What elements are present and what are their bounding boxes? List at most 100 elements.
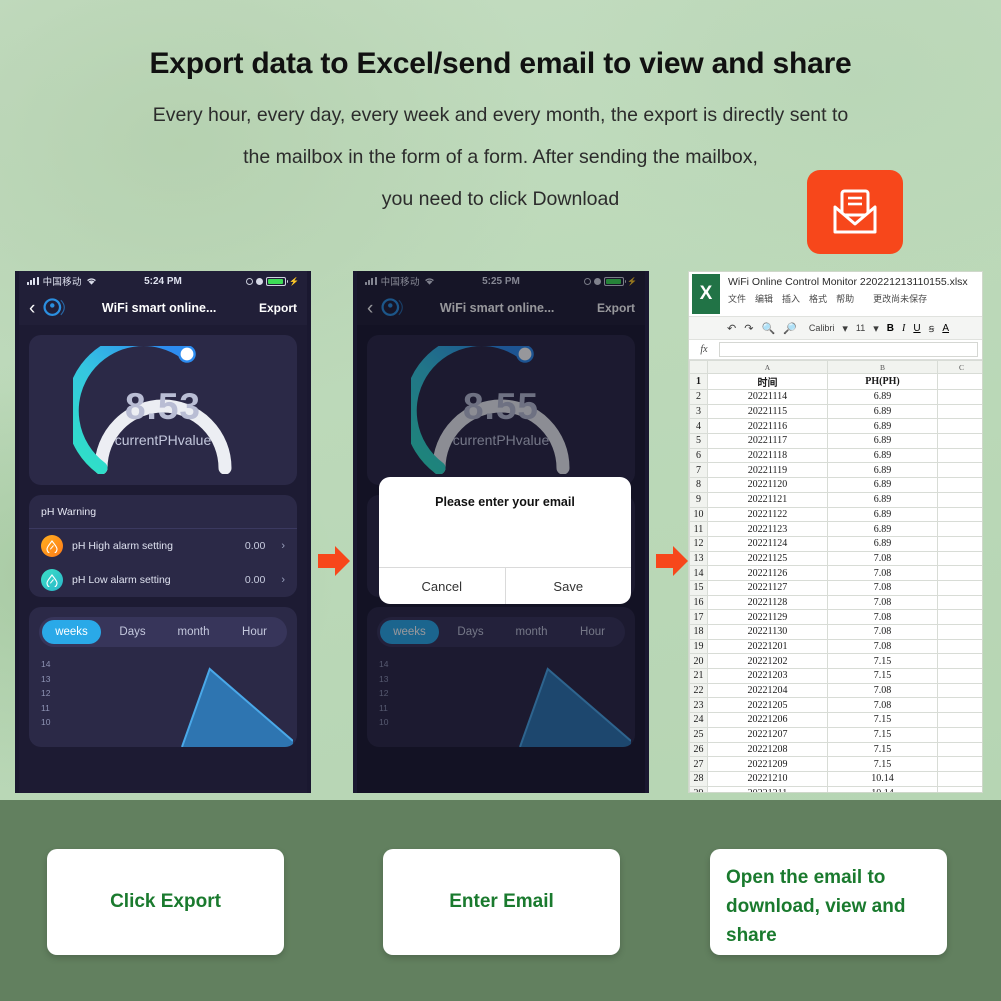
row-header[interactable]: 19 [689,638,708,655]
undo-icon[interactable]: ↶ [727,322,736,335]
cell-empty[interactable] [937,770,982,787]
table-row[interactable]: 292022121110.14 [689,785,982,792]
cell-empty[interactable] [937,535,982,552]
cell-b1[interactable]: PH(PH) [827,373,938,390]
cell-empty[interactable] [937,756,982,772]
row-header[interactable]: 15 [689,579,708,596]
table-row[interactable]: 3 20221115 6.89 [689,403,982,420]
save-button[interactable]: Save [506,568,632,604]
row-header[interactable]: 7 [689,462,708,479]
cell-ph[interactable]: 7.15 [827,712,938,728]
table-row[interactable]: 28 20221210 10.14 [689,770,982,787]
table-row[interactable]: 19 20221201 7.08 [689,638,982,655]
row-header[interactable]: 28 [689,770,708,787]
table-row[interactable]: 16 20221128 7.08 [689,594,982,611]
menu-format[interactable]: 格式 [809,292,827,305]
cell-time[interactable]: 20221119 [707,462,828,479]
row-header[interactable]: 16 [689,594,708,611]
cell-ph[interactable]: 7.15 [827,668,938,684]
cell-ph[interactable]: 6.89 [827,447,938,464]
cell-time[interactable]: 20221130 [707,624,828,640]
cell-time[interactable]: 20221211 [707,785,828,792]
row-header[interactable]: 11 [689,521,708,537]
cell-ph[interactable]: 7.08 [827,697,938,714]
row-header[interactable]: 18 [689,624,708,640]
row-header[interactable]: 24 [689,712,708,728]
cell-ph[interactable]: 10.14 [827,785,938,792]
menu-insert[interactable]: 插入 [782,292,800,305]
menu-edit[interactable]: 编辑 [755,292,773,305]
tab-month[interactable]: month [164,620,223,644]
tab-days[interactable]: Days [103,620,162,644]
cell-empty[interactable] [937,565,982,581]
cell-ph[interactable]: 7.08 [827,624,938,640]
font-size-select[interactable]: 11 [856,323,865,333]
cell-empty[interactable] [937,447,982,464]
table-row[interactable]: 14 20221126 7.08 [689,565,982,581]
table-row[interactable]: 22 20221204 7.08 [689,682,982,699]
row-header[interactable]: 3 [689,403,708,420]
table-row[interactable]: 13 20221125 7.08 [689,550,982,567]
cell-time[interactable]: 20221128 [707,594,828,611]
row-header[interactable]: 6 [689,447,708,464]
cell-ph[interactable]: 6.89 [827,477,938,493]
col-header-b[interactable]: B [827,360,938,374]
tab-hour[interactable]: Hour [225,620,284,644]
row-header[interactable]: 26 [689,741,708,758]
table-row[interactable]: 5 20221117 6.89 [689,433,982,449]
cell-ph[interactable]: 7.08 [827,638,938,655]
cell-time[interactable]: 20221116 [707,418,828,435]
row-header[interactable]: 13 [689,550,708,567]
table-row[interactable]: 9 20221121 6.89 [689,491,982,508]
table-row[interactable]: 7 20221119 6.89 [689,462,982,479]
col-header-a[interactable]: A [707,360,828,374]
cell-time[interactable]: 20221202 [707,653,828,670]
cell-time[interactable]: 20221124 [707,535,828,552]
cell-ph[interactable]: 6.89 [827,403,938,420]
cell-empty[interactable] [937,594,982,611]
cell-time[interactable]: 20221209 [707,756,828,772]
col-header-c[interactable]: C [937,360,982,374]
chevron-down-icon[interactable]: ▾ [842,322,848,335]
cell-ph[interactable]: 6.89 [827,433,938,449]
italic-button[interactable]: I [902,323,905,334]
row-header[interactable]: 14 [689,565,708,581]
cell-ph[interactable]: 7.15 [827,741,938,758]
menu-help[interactable]: 帮助 [836,292,854,305]
table-row[interactable]: 24 20221206 7.15 [689,712,982,728]
cell-ph[interactable]: 6.89 [827,418,938,435]
row-header[interactable]: 4 [689,418,708,435]
cell-empty[interactable] [937,697,982,714]
table-row[interactable]: 4 20221116 6.89 [689,418,982,435]
cell-ph[interactable]: 6.89 [827,506,938,523]
row-header[interactable]: 10 [689,506,708,523]
cell-empty[interactable] [937,477,982,493]
cell-c1[interactable] [937,373,982,390]
font-color-button[interactable]: A [942,323,949,334]
cell-empty[interactable] [937,579,982,596]
table-row[interactable]: 26 20221208 7.15 [689,741,982,758]
ph-low-alarm-row[interactable]: pH Low alarm setting 0.00 › [29,563,297,597]
cell-empty[interactable] [937,624,982,640]
export-button[interactable]: Export [259,301,297,315]
cell-time[interactable]: 20221118 [707,447,828,464]
formula-input[interactable] [719,342,978,357]
cell-time[interactable]: 20221127 [707,579,828,596]
row-header[interactable]: 12 [689,535,708,552]
cell-time[interactable]: 20221123 [707,521,828,537]
cell-empty[interactable] [937,462,982,479]
tab-weeks[interactable]: weeks [42,620,101,644]
back-button[interactable]: ‹ [29,299,35,318]
cell-time[interactable]: 20221204 [707,682,828,699]
cell-ph[interactable]: 6.89 [827,389,938,405]
cell-time[interactable]: 20221203 [707,668,828,684]
row-header[interactable]: 22 [689,682,708,699]
cell-empty[interactable] [937,785,982,792]
chevron-down-icon[interactable]: ▾ [873,322,879,335]
cell-ph[interactable]: 7.08 [827,609,938,625]
menu-file[interactable]: 文件 [728,292,746,305]
cell-ph[interactable]: 7.15 [827,726,938,743]
cell-a1[interactable]: 时间 [707,373,828,390]
row-header[interactable]: 27 [689,756,708,772]
cell-empty[interactable] [937,638,982,655]
